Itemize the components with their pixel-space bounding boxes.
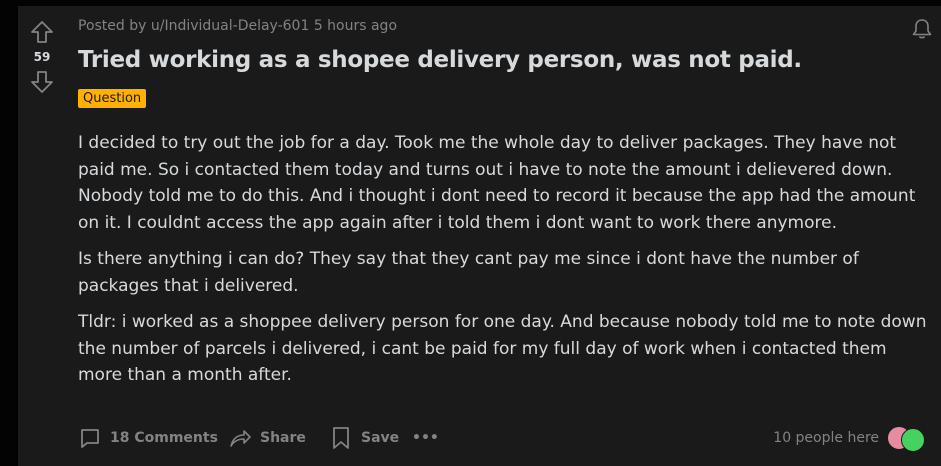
bell-icon: [912, 19, 932, 39]
post-title[interactable]: Tried working as a shopee delivery perso…: [78, 47, 802, 73]
downvote-button[interactable]: [26, 66, 58, 98]
post-body: I decided to try out the job for a day. …: [78, 130, 928, 399]
notification-button[interactable]: [909, 16, 935, 42]
body-paragraph: I decided to try out the job for a day. …: [78, 133, 916, 233]
people-here-label: 10 people here: [773, 430, 879, 446]
more-options-button[interactable]: •••: [412, 424, 439, 452]
post-actions-bar: 18 Comments Share Save ••• 10 people her…: [78, 424, 941, 452]
arrow-up-icon: [31, 21, 53, 43]
comments-label: 18 Comments: [110, 430, 218, 446]
body-paragraph: Tldr: i worked as a shoppee delivery per…: [78, 312, 927, 385]
share-button[interactable]: Share: [228, 424, 306, 452]
save-label: Save: [361, 430, 400, 446]
avatar-group: [887, 424, 929, 452]
share-arrow-icon: [230, 430, 251, 447]
post-card: 59 Posted by u/Individual-Delay-601 5 ho…: [18, 6, 941, 466]
vote-score: 59: [33, 50, 51, 64]
people-here: 10 people here: [773, 424, 929, 452]
post-flair[interactable]: Question: [78, 89, 147, 108]
body-paragraph: Is there anything i can do? They say tha…: [78, 249, 859, 296]
post-meta: Posted by u/Individual-Delay-601 5 hours…: [78, 18, 398, 34]
avatar: [901, 428, 925, 452]
bookmark-icon: [333, 427, 349, 449]
arrow-down-icon: [31, 71, 53, 93]
comments-button[interactable]: 18 Comments: [78, 424, 218, 452]
upvote-button[interactable]: [26, 16, 58, 48]
comment-bubble-icon: [81, 429, 99, 448]
save-button[interactable]: Save: [329, 424, 399, 452]
share-label: Share: [260, 430, 306, 446]
vote-column: 59: [18, 6, 66, 98]
